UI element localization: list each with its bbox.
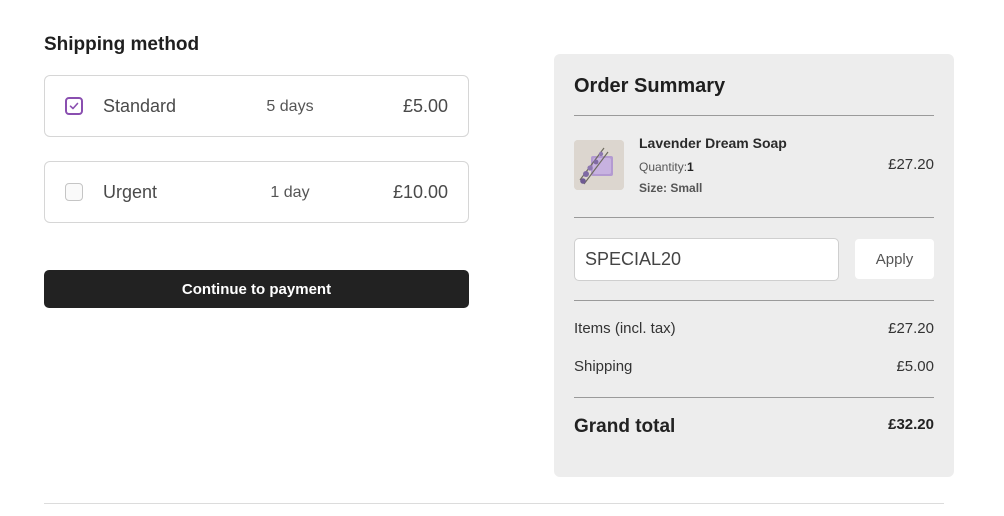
product-size: Size: Small xyxy=(639,181,703,195)
shipping-value: £5.00 xyxy=(896,358,934,375)
shipping-option-price: £5.00 xyxy=(402,96,448,116)
divider xyxy=(574,300,934,301)
shipping-option-price: £10.00 xyxy=(392,182,448,202)
product-name: Lavender Dream Soap xyxy=(639,135,787,151)
shipping-method-title: Shipping method xyxy=(44,34,200,55)
quantity-label: Quantity: xyxy=(639,160,688,174)
shipping-option-standard[interactable]: Standard 5 days £5.00 xyxy=(44,75,469,137)
product-quantity: Quantity:1 xyxy=(639,160,694,174)
shipping-option-name: Urgent xyxy=(103,182,158,202)
apply-coupon-button[interactable]: Apply xyxy=(855,239,934,279)
urgent-checkbox[interactable] xyxy=(65,183,83,201)
coupon-code-input[interactable] xyxy=(574,238,839,281)
items-label: Items (incl. tax) xyxy=(574,320,676,337)
checkout-page: Shipping method Standard 5 days £5.00 Ur… xyxy=(0,0,1004,516)
footer-divider xyxy=(44,503,944,504)
standard-checkbox[interactable] xyxy=(65,97,83,115)
shipping-option-duration: 1 day xyxy=(270,184,310,201)
grand-total-value: £32.20 xyxy=(888,416,934,433)
continue-to-payment-button[interactable]: Continue to payment xyxy=(44,270,469,308)
product-price: £27.20 xyxy=(888,156,934,173)
order-summary-title: Order Summary xyxy=(574,75,726,97)
quantity-value: 1 xyxy=(687,160,694,174)
order-summary-panel: Order Summary Lavender Dream Soap Quanti… xyxy=(554,54,954,477)
grand-total-label: Grand total xyxy=(574,416,676,437)
shipping-option-duration: 5 days xyxy=(266,98,314,115)
lavender-soap-image xyxy=(574,140,624,190)
items-value: £27.20 xyxy=(888,320,934,337)
divider xyxy=(574,397,934,398)
checkmark-icon xyxy=(69,102,79,110)
divider xyxy=(574,115,934,116)
product-thumbnail xyxy=(574,140,624,190)
divider xyxy=(574,217,934,218)
shipping-option-name: Standard xyxy=(103,96,177,116)
shipping-option-urgent[interactable]: Urgent 1 day £10.00 xyxy=(44,161,469,223)
shipping-label: Shipping xyxy=(574,358,633,375)
